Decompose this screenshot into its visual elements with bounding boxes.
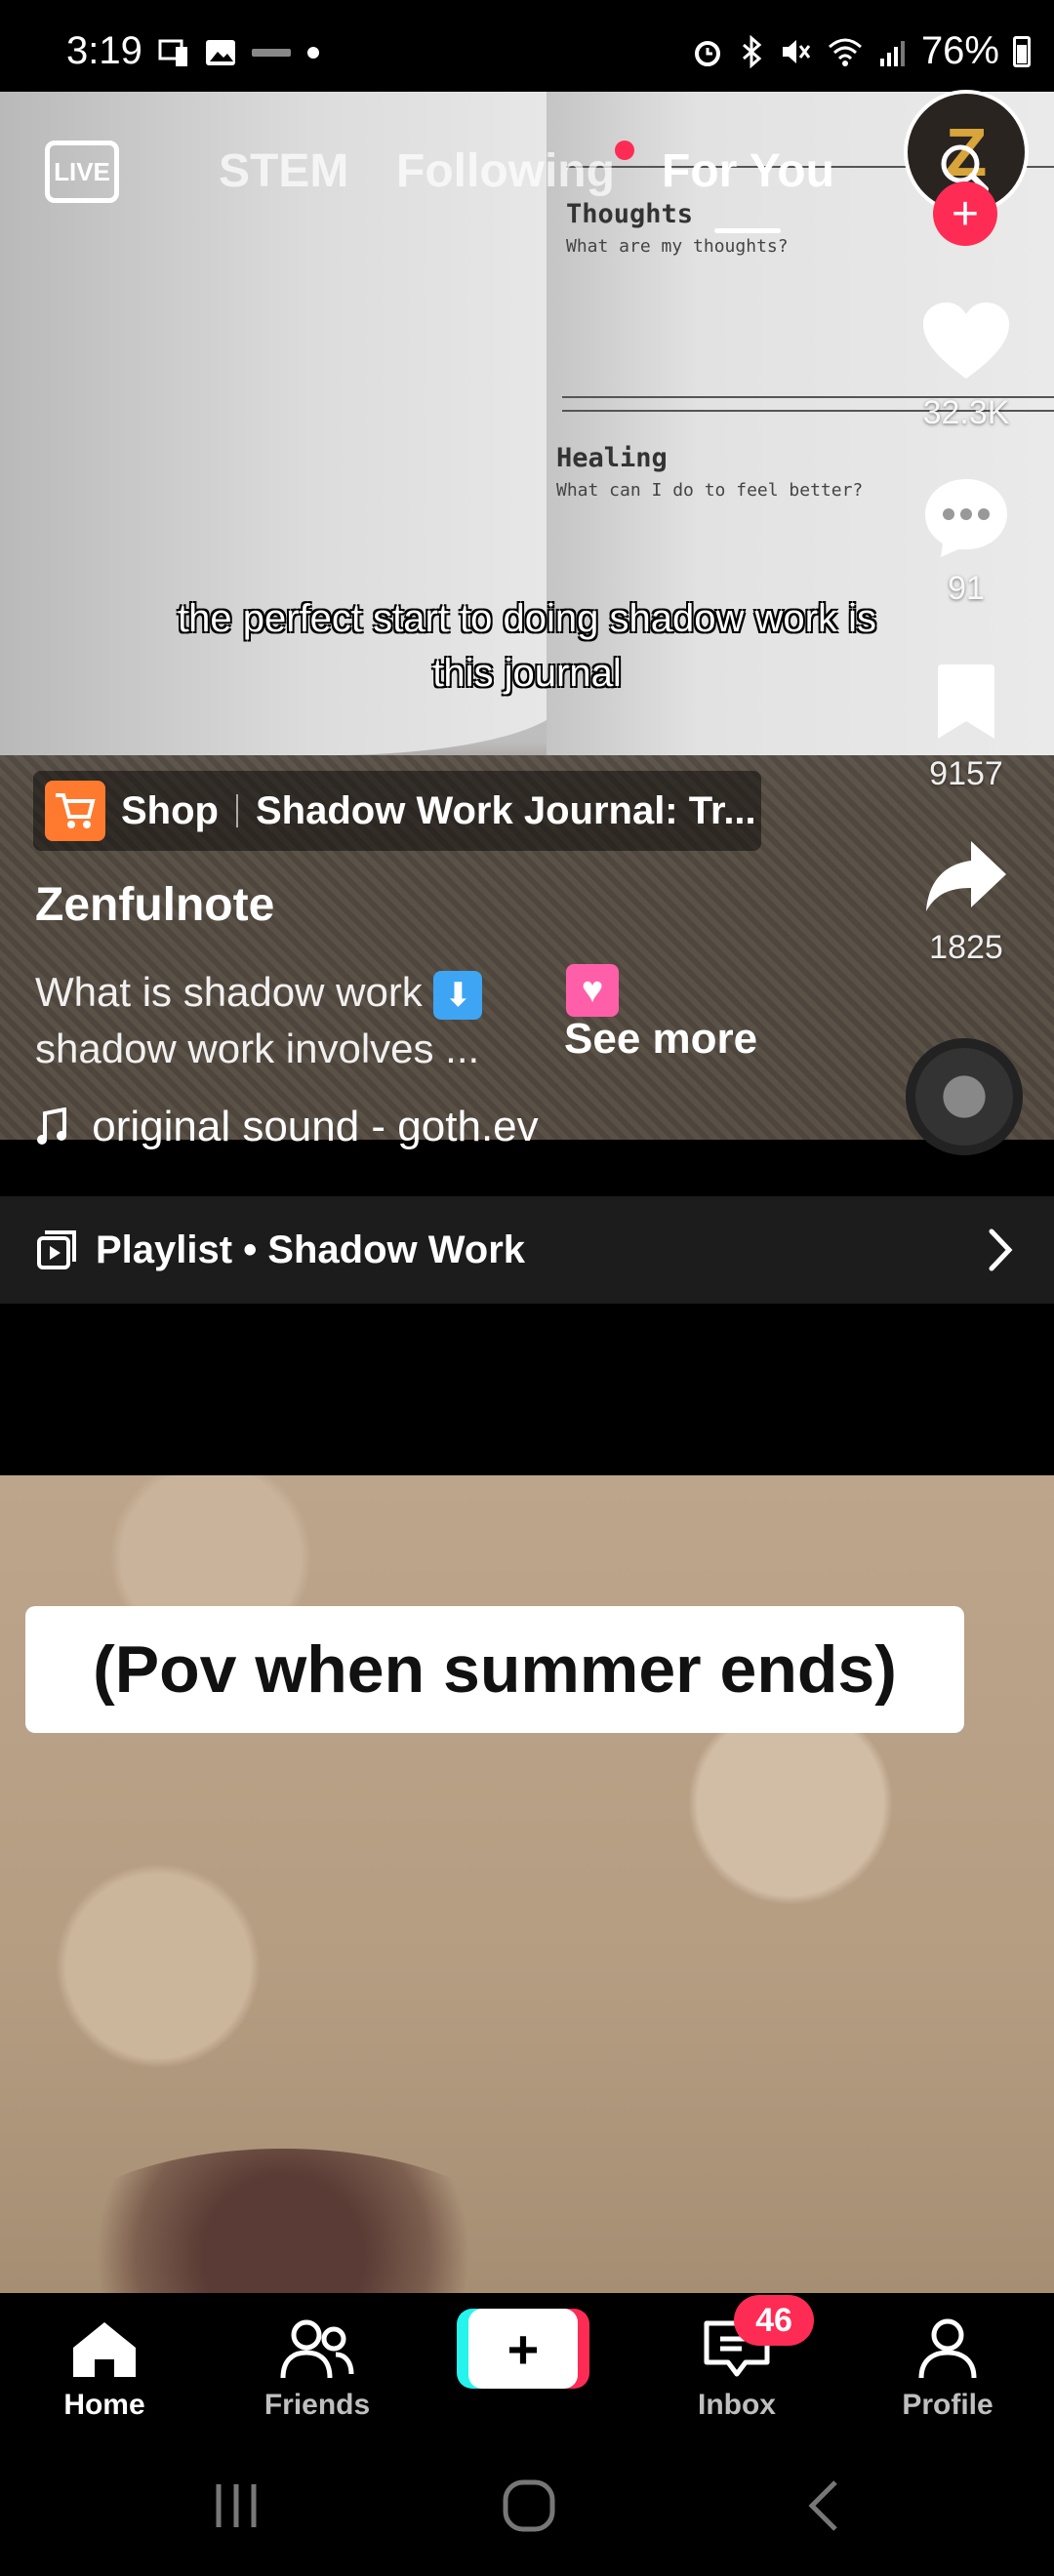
active-tab-indicator: [714, 228, 781, 233]
creator-username[interactable]: Zenfulnote: [35, 878, 274, 932]
journal-subtext: What can I do to feel better?: [556, 480, 864, 501]
shopping-cart-icon: [45, 781, 105, 841]
music-disc-icon[interactable]: [906, 1038, 1023, 1155]
video-text-overlay: (Pov when summer ends): [25, 1606, 964, 1733]
friends-icon: [244, 2311, 390, 2389]
share-button[interactable]: 1825: [908, 827, 1025, 967]
bottom-nav: Home Friends + Inbox Profile: [0, 2293, 1054, 2449]
sound-link[interactable]: original sound - goth.ev: [35, 1103, 562, 1151]
mute-icon: [782, 39, 811, 63]
like-button[interactable]: 32.3K: [908, 293, 1025, 432]
nav-home[interactable]: Home: [31, 2311, 178, 2422]
bookmark-button[interactable]: 9157: [908, 654, 1025, 793]
share-count: 1825: [929, 929, 1003, 966]
nav-friends[interactable]: Friends: [244, 2311, 390, 2422]
playlist-icon: [37, 1230, 76, 1269]
status-system-icons: 76%: [691, 29, 1031, 73]
down-arrow-emoji-icon: ⬇: [433, 970, 483, 1020]
like-count: 32.3K: [922, 394, 1010, 431]
follow-plus-button[interactable]: +: [933, 181, 997, 246]
phone-screen-icon: [158, 39, 187, 66]
see-more-button[interactable]: See more: [564, 1015, 757, 1064]
bluetooth-icon: [742, 34, 762, 68]
recent-apps-icon[interactable]: [211, 2476, 262, 2535]
heart-icon: [908, 293, 1025, 390]
journal-subtext: What are my thoughts?: [566, 236, 789, 257]
signal-icon: [879, 40, 905, 66]
home-button-icon[interactable]: [500, 2476, 558, 2535]
nav-profile[interactable]: Profile: [874, 2311, 1021, 2422]
chevron-right-icon: [989, 1228, 1013, 1271]
bookmark-count: 9157: [929, 755, 1003, 792]
status-notifications: [156, 35, 320, 70]
home-icon: [31, 2311, 178, 2389]
tab-for-you[interactable]: For You: [662, 144, 834, 198]
nav-home-label: Home: [63, 2389, 145, 2421]
status-bar: 3:19 76%: [0, 0, 1054, 92]
next-video-feed-item[interactable]: (Pov when summer ends): [0, 1475, 1054, 2293]
inbox-badge: 46: [734, 2295, 814, 2346]
nav-friends-label: Friends: [264, 2389, 371, 2421]
product-title: Shadow Work Journal: Tr...: [255, 788, 756, 832]
journal-heading: Healing: [556, 443, 668, 473]
sound-name: original sound - goth.ev: [92, 1103, 539, 1150]
image-icon: [206, 40, 235, 65]
tab-stem[interactable]: STEM: [219, 144, 348, 198]
divider: [235, 794, 238, 827]
share-arrow-icon: [908, 827, 1025, 925]
video-description[interactable]: What is shadow work ⬇ shadow work involv…: [35, 964, 582, 1077]
notification-dot-icon: [307, 47, 319, 59]
alarm-icon: [694, 40, 720, 66]
battery-percent: 76%: [920, 29, 999, 72]
comment-count: 91: [948, 570, 985, 607]
system-nav-bar: [0, 2449, 1054, 2576]
bookmark-icon: [908, 654, 1025, 751]
top-nav: LIVE STEM Following For You: [0, 137, 1054, 233]
comment-button[interactable]: 91: [908, 468, 1025, 608]
tab-following[interactable]: Following: [396, 144, 615, 198]
nav-profile-label: Profile: [902, 2389, 993, 2421]
following-new-dot: [615, 141, 634, 160]
small-app-icon: [252, 49, 291, 57]
playlist-label: Playlist • Shadow Work: [96, 1228, 526, 1271]
music-note-icon: [37, 1107, 66, 1145]
wifi-icon: [828, 38, 862, 66]
plus-icon: +: [468, 2309, 578, 2389]
comment-icon: [908, 468, 1025, 566]
live-icon[interactable]: LIVE: [45, 141, 119, 203]
battery-icon: [1013, 35, 1031, 67]
description-line-1: What is shadow work: [35, 969, 423, 1015]
playlist-bar[interactable]: Playlist • Shadow Work: [0, 1196, 1054, 1304]
heart-emoji-icon: ♥: [566, 964, 619, 1017]
shop-product-link[interactable]: Shop Shadow Work Journal: Tr...: [33, 771, 761, 851]
description-line-2: shadow work involves ...: [35, 1026, 480, 1071]
profile-icon: [874, 2311, 1021, 2389]
create-button[interactable]: +: [457, 2309, 589, 2389]
back-icon[interactable]: [800, 2476, 845, 2535]
status-time: 3:19: [66, 29, 142, 72]
nav-inbox-label: Inbox: [698, 2389, 776, 2421]
blurred-object: [39, 2149, 527, 2293]
video-caption: the perfect start to doing shadow work i…: [178, 597, 876, 695]
shop-label: Shop: [121, 788, 219, 832]
